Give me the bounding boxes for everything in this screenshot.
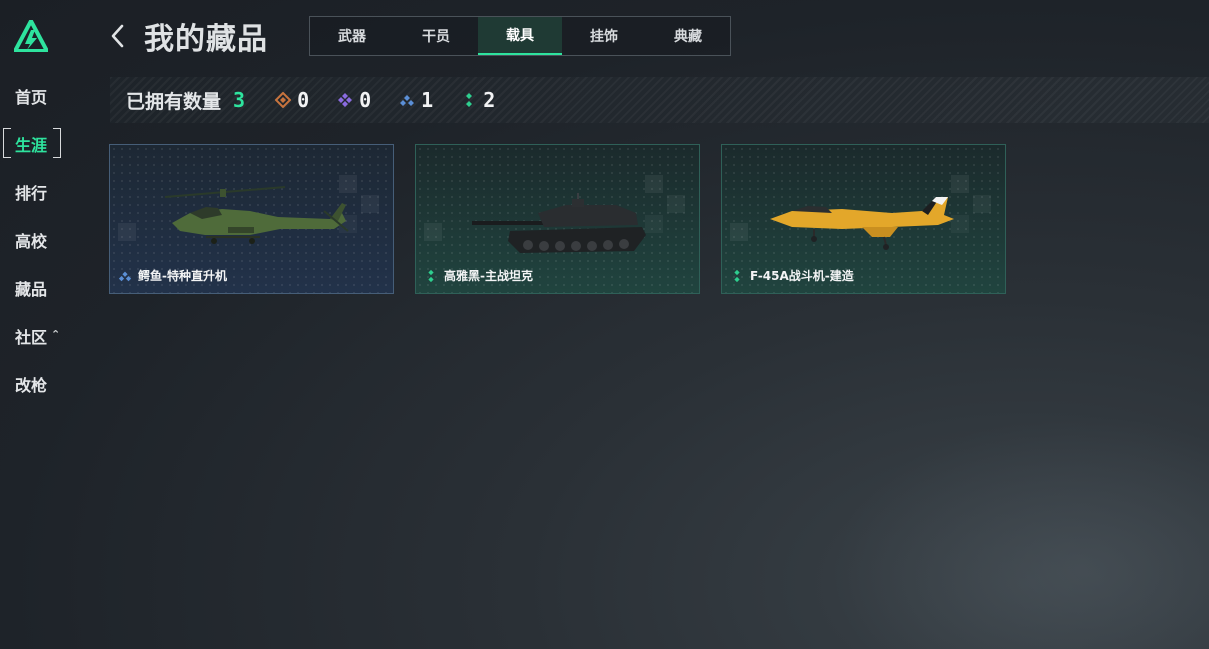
- stat-purple: 0: [337, 88, 371, 112]
- collection-card[interactable]: F-45A战斗机-建造: [721, 144, 1006, 294]
- tank-image: [472, 193, 646, 253]
- stat-value: 2: [483, 88, 496, 112]
- stat-green: 2: [461, 88, 495, 112]
- card-name: 鳄鱼-特种直升机: [138, 269, 227, 283]
- sidebar-item-collection[interactable]: 藏品: [0, 264, 100, 312]
- collection-card[interactable]: 鳄鱼-特种直升机: [109, 144, 394, 294]
- back-button[interactable]: [110, 16, 134, 56]
- purple-diamond-icon: [338, 93, 353, 107]
- sidebar: 首页 生涯 排行 高校 藏品 社区 ⌃ 改枪: [0, 0, 100, 649]
- page-header: 我的藏品: [110, 16, 268, 57]
- card-footer: 高雅黑-主战坦克: [424, 267, 533, 284]
- sidebar-item-label: 改枪: [15, 376, 48, 395]
- owned-total: 3: [233, 88, 246, 112]
- background-cloud: [789, 389, 1209, 649]
- stat-value: 0: [297, 88, 310, 112]
- orange-diamond-icon: [275, 92, 292, 108]
- jet-image: [770, 197, 954, 250]
- blue-triad-icon: [400, 95, 415, 106]
- card-footer: 鳄鱼-特种直升机: [118, 267, 227, 284]
- sidebar-item-label: 高校: [15, 232, 48, 251]
- stat-value: 0: [359, 88, 372, 112]
- sidebar-item-home[interactable]: 首页: [0, 72, 100, 120]
- stat-blue: 1: [399, 88, 433, 112]
- sidebar-nav: 首页 生涯 排行 高校 藏品 社区 ⌃ 改枪: [0, 72, 100, 408]
- owned-label: 已拥有数量: [126, 90, 222, 113]
- collection-grid: 鳄鱼-特种直升机 高雅黑-主战坦克 F-45A战斗机-建造: [109, 144, 1006, 294]
- active-frame: [3, 128, 61, 158]
- tab-vehicles[interactable]: 载具: [478, 17, 562, 55]
- card-name: F-45A战斗机-建造: [750, 269, 854, 283]
- tab-weapons[interactable]: 武器: [310, 17, 394, 55]
- sidebar-item-label: 首页: [15, 88, 48, 107]
- sidebar-item-label: 藏品: [15, 280, 48, 299]
- green-dots-icon: [734, 269, 740, 282]
- sidebar-item-career[interactable]: 生涯: [0, 120, 100, 168]
- sidebar-item-ranking[interactable]: 排行: [0, 168, 100, 216]
- collection-card[interactable]: 高雅黑-主战坦克: [415, 144, 700, 294]
- helicopter-image: [164, 186, 349, 244]
- tab-collector[interactable]: 典藏: [646, 17, 730, 55]
- page-title: 我的藏品: [144, 22, 268, 57]
- sidebar-item-label: 社区: [15, 328, 48, 347]
- green-dots-icon: [428, 269, 434, 282]
- chevron-up-icon: ⌃: [51, 327, 61, 341]
- app-logo-icon[interactable]: [14, 20, 48, 52]
- sidebar-item-campus[interactable]: 高校: [0, 216, 100, 264]
- sidebar-item-community[interactable]: 社区 ⌃: [0, 312, 100, 360]
- owned-count-bar: 已拥有数量 3 0 0 1 2: [110, 77, 1209, 123]
- tab-operators[interactable]: 干员: [394, 17, 478, 55]
- card-footer: F-45A战斗机-建造: [730, 267, 854, 284]
- stat-value: 1: [421, 88, 434, 112]
- tab-charms[interactable]: 挂饰: [562, 17, 646, 55]
- blue-triad-icon: [118, 271, 132, 281]
- category-tabs: 武器 干员 载具 挂饰 典藏: [309, 16, 731, 56]
- chevron-left-icon: [111, 24, 124, 48]
- card-name: 高雅黑-主战坦克: [444, 269, 533, 283]
- sidebar-item-label: 排行: [15, 184, 48, 203]
- green-dots-icon: [466, 93, 473, 107]
- sidebar-item-label: 生涯: [3, 128, 61, 159]
- sidebar-item-gunsmith[interactable]: 改枪: [0, 360, 100, 408]
- stat-orange: 0: [275, 88, 309, 112]
